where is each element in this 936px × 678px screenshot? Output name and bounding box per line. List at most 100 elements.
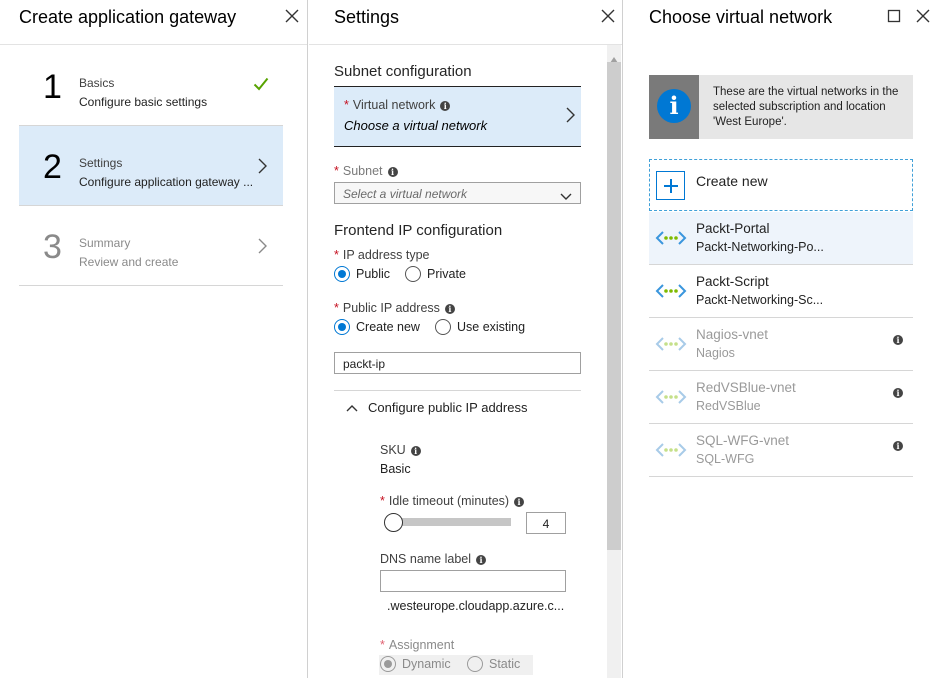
vnet-row[interactable]: SQL-WFG-vnet SQL-WFG i — [649, 424, 913, 477]
step-summary[interactable]: 3 Summary Review and create — [19, 206, 283, 286]
header-divider — [0, 44, 307, 45]
vnet-resource-group: Packt-Networking-Sc... — [696, 293, 824, 307]
vnet-name: Packt-Portal — [696, 221, 770, 236]
virtual-network-icon — [655, 336, 687, 357]
vnet-row[interactable]: Packt-Portal Packt-Networking-Po... — [649, 212, 913, 265]
ip-type-private-radio[interactable]: Private — [405, 266, 466, 282]
dns-suffix: .westeurope.cloudapp.azure.c... — [387, 599, 565, 613]
blade-title: Choose virtual network — [649, 7, 833, 27]
virtual-network-label: * Virtual network i — [344, 98, 451, 112]
dns-name-input[interactable] — [380, 570, 566, 592]
virtual-network-picker[interactable]: * Virtual network i Choose a virtual netwo… — [334, 86, 581, 147]
info-icon: i — [387, 167, 398, 177]
public-ip-name-input[interactable]: packt-ip — [334, 352, 581, 374]
vnet-row[interactable]: Nagios-vnet Nagios i — [649, 318, 913, 371]
create-app-gateway-blade: Create application gateway 1 Basics Conf… — [0, 0, 308, 678]
step-title: Basics — [79, 76, 115, 90]
radio-dot — [435, 319, 451, 335]
vnet-resource-group: Packt-Networking-Po... — [696, 240, 824, 254]
info-icon: i — [410, 446, 421, 456]
maximize-icon[interactable] — [886, 8, 902, 24]
info-icon: i — [657, 89, 691, 123]
configure-public-ip-expander[interactable]: Configure public IP address — [346, 400, 527, 415]
blade-title: Settings — [334, 7, 400, 27]
radio-dot — [334, 266, 350, 282]
virtual-network-value: Choose a virtual network — [344, 118, 488, 133]
idle-timeout-label: * Idle timeout (minutes) i — [380, 494, 525, 508]
info-banner-text: These are the virtual networks in the se… — [713, 86, 899, 128]
step-number: 1 — [43, 68, 62, 106]
info-icon[interactable]: i — [893, 441, 903, 451]
radio-label: Create new — [356, 320, 420, 334]
subnet-placeholder: Select a virtual network — [343, 187, 468, 201]
vnet-row[interactable]: RedVSBlue-vnet RedVSBlue i — [649, 371, 913, 424]
close-icon[interactable] — [284, 8, 300, 24]
virtual-network-label-text: Virtual network — [352, 98, 436, 112]
idle-timeout-slider[interactable] — [393, 518, 511, 526]
create-new-label: Create new — [696, 173, 768, 189]
ip-type-label-text: IP address type — [342, 248, 430, 262]
chevron-right-icon — [258, 238, 267, 259]
radio-label: Static — [489, 657, 521, 671]
info-icon: i — [476, 555, 487, 565]
step-basics[interactable]: 1 Basics Configure basic settings — [19, 46, 283, 126]
idle-timeout-label-text: Idle timeout (minutes) — [388, 494, 510, 508]
slider-thumb[interactable] — [384, 513, 403, 532]
vnet-row[interactable]: Packt-Script Packt-Networking-Sc... — [649, 265, 913, 318]
step-title: Settings — [79, 156, 123, 170]
virtual-network-icon — [655, 442, 687, 463]
radio-label: Public — [356, 267, 391, 281]
info-icon: i — [444, 304, 455, 314]
subnet-select[interactable]: Select a virtual network — [334, 182, 581, 204]
subnet-label: * Subnet i — [334, 164, 398, 178]
step-subtitle: Review and create — [79, 255, 179, 269]
header-divider — [309, 44, 622, 45]
virtual-network-icon — [655, 283, 687, 304]
settings-blade: Settings Subnet configuration * Virtual n… — [309, 0, 623, 678]
dns-label-text: DNS name label — [380, 552, 472, 566]
info-icon[interactable]: i — [893, 388, 903, 398]
info-banner: i These are the virtual networks in the … — [649, 75, 913, 139]
info-banner-bar: i — [649, 75, 699, 139]
assignment-label: * Assignment — [380, 638, 455, 652]
expander-label: Configure public IP address — [368, 400, 528, 415]
ip-type-public-radio[interactable]: Public — [334, 266, 390, 282]
assignment-static-radio[interactable]: Static — [467, 656, 520, 672]
public-ip-create-radio[interactable]: Create new — [334, 319, 420, 335]
virtual-network-icon — [655, 230, 687, 251]
close-icon[interactable] — [915, 8, 931, 24]
close-icon[interactable] — [600, 8, 616, 24]
sku-label: SKU i — [380, 443, 421, 457]
assignment-label-text: Assignment — [388, 638, 455, 652]
radio-label: Private — [427, 267, 466, 281]
radio-dot — [334, 319, 350, 335]
chevron-down-icon — [560, 190, 572, 204]
assignment-dynamic-radio[interactable]: Dynamic — [380, 656, 451, 672]
public-ip-label-text: Public IP address — [342, 301, 440, 315]
idle-timeout-input[interactable]: 4 — [526, 512, 566, 534]
step-number: 2 — [43, 148, 62, 186]
choose-vnet-blade: Choose virtual network i These are the v… — [624, 0, 936, 678]
radio-label: Dynamic — [402, 657, 451, 671]
subnet-config-heading: Subnet configuration — [334, 63, 472, 80]
radio-label: Use existing — [457, 320, 526, 334]
vnet-resource-group: RedVSBlue — [696, 399, 761, 413]
ip-type-label: * IP address type — [334, 248, 430, 262]
chevron-up-icon — [346, 404, 358, 411]
chevron-right-icon — [258, 158, 267, 179]
vnet-resource-group: SQL-WFG — [696, 452, 755, 466]
step-settings[interactable]: 2 Settings Configure application gateway… — [19, 126, 283, 206]
public-ip-existing-radio[interactable]: Use existing — [435, 319, 525, 335]
frontend-ip-heading: Frontend IP configuration — [334, 222, 503, 239]
create-new-vnet-button[interactable]: Create new — [649, 159, 913, 211]
virtual-network-icon — [655, 389, 687, 410]
section-divider — [334, 390, 581, 391]
scrollbar[interactable] — [607, 45, 621, 678]
sku-label-text: SKU — [380, 443, 406, 457]
checkmark-icon — [253, 77, 269, 96]
info-icon[interactable]: i — [893, 335, 903, 345]
radio-dot — [467, 656, 483, 672]
scrollbar-thumb[interactable] — [607, 62, 621, 550]
radio-dot — [405, 266, 421, 282]
vnet-name: SQL-WFG-vnet — [696, 433, 790, 448]
